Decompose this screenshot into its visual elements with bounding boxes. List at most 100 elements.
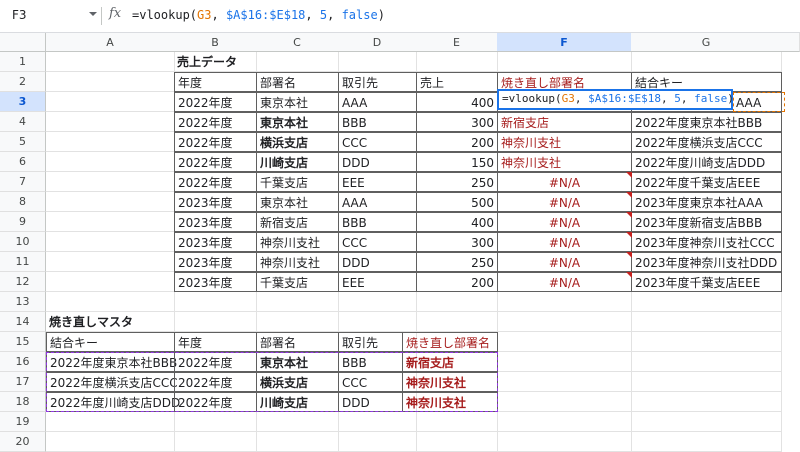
column-header-D[interactable]: D [338, 33, 417, 52]
sales-amount-cell[interactable]: 300 [416, 232, 498, 252]
sales-redo-dept-cell[interactable]: #N/A [497, 212, 632, 232]
sales-redo-dept-cell[interactable]: #N/A [497, 252, 632, 272]
sales-dept-cell[interactable]: 川崎支店 [256, 152, 339, 172]
sales-year-cell[interactable]: 2022年度 [174, 132, 257, 152]
cell[interactable] [497, 332, 632, 352]
row-header-1[interactable]: 1 [0, 52, 46, 72]
row-header-13[interactable]: 13 [0, 292, 46, 312]
row-header-12[interactable]: 12 [0, 272, 46, 292]
cell[interactable] [256, 412, 339, 432]
sales-key-cell[interactable]: 2023年度神奈川支社DDD [631, 252, 782, 272]
sales-key-cell[interactable]: 2023年度東京本社AAA [631, 192, 782, 212]
row-header-15[interactable]: 15 [0, 332, 46, 352]
cell[interactable] [338, 432, 417, 452]
column-header-C[interactable]: C [256, 33, 339, 52]
row-header-14[interactable]: 14 [0, 312, 46, 332]
sales-redo-dept-cell[interactable]: #N/A [497, 192, 632, 212]
sales-dept-cell[interactable]: 千葉支店 [256, 272, 339, 292]
row-header-10[interactable]: 10 [0, 232, 46, 252]
formula-input[interactable]: =vlookup(G3, $A$16:$E$18, 5, false) [132, 8, 385, 22]
cell[interactable] [174, 412, 257, 432]
cell[interactable] [631, 312, 782, 332]
row-header-2[interactable]: 2 [0, 72, 46, 92]
sales-client-cell[interactable]: CCC [338, 232, 417, 252]
column-header-F[interactable]: F [497, 33, 632, 52]
sales-key-cell[interactable]: 2022年度横浜支店CCC [631, 132, 782, 152]
sales-amount-cell[interactable]: 400 [416, 212, 498, 232]
sales-amount-cell[interactable]: 500 [416, 192, 498, 212]
sales-key-cell[interactable]: 2022年度東京本社BBB [631, 112, 782, 132]
row-header-16[interactable]: 16 [0, 352, 46, 372]
chevron-down-icon[interactable] [88, 9, 98, 19]
column-header-E[interactable]: E [416, 33, 498, 52]
sales-redo-dept-cell[interactable]: #N/A [497, 272, 632, 292]
sales-dept-cell[interactable]: 新宿支店 [256, 212, 339, 232]
sales-amount-cell[interactable]: 400 [416, 92, 498, 112]
sales-dept-cell[interactable]: 横浜支店 [256, 132, 339, 152]
cell[interactable] [497, 292, 632, 312]
cell[interactable] [631, 392, 782, 412]
cell-formula-text[interactable]: =vlookup(G3, $A$16:$E$18, 5, false) [502, 92, 734, 105]
cell[interactable] [46, 252, 175, 272]
select-all-corner[interactable] [0, 33, 46, 52]
sales-client-cell[interactable]: AAA [338, 192, 417, 212]
cell[interactable] [46, 412, 175, 432]
sales-amount-cell[interactable]: 250 [416, 252, 498, 272]
sales-year-cell[interactable]: 2022年度 [174, 152, 257, 172]
sales-redo-dept-cell[interactable]: #N/A [497, 172, 632, 192]
cell[interactable] [631, 432, 782, 452]
cell[interactable] [46, 172, 175, 192]
row-header-4[interactable]: 4 [0, 112, 46, 132]
row-header-18[interactable]: 18 [0, 392, 46, 412]
sales-redo-dept-cell[interactable]: #N/A [497, 232, 632, 252]
column-header-A[interactable]: A [46, 33, 175, 52]
row-header-20[interactable]: 20 [0, 432, 46, 452]
sales-client-cell[interactable]: CCC [338, 132, 417, 152]
sales-dept-cell[interactable]: 神奈川支社 [256, 232, 339, 252]
cell[interactable] [416, 52, 498, 72]
cell[interactable] [338, 312, 417, 332]
sales-year-cell[interactable]: 2022年度 [174, 92, 257, 112]
sales-year-cell[interactable]: 2023年度 [174, 212, 257, 232]
cell[interactable] [46, 152, 175, 172]
sales-year-cell[interactable]: 2023年度 [174, 232, 257, 252]
cell[interactable] [46, 432, 175, 452]
column-header-G[interactable]: G [631, 33, 782, 52]
cell[interactable] [497, 52, 632, 72]
sales-key-cell[interactable]: 2023年度新宿支店BBB [631, 212, 782, 232]
cell[interactable] [497, 432, 632, 452]
cell[interactable] [174, 432, 257, 452]
cell[interactable] [256, 312, 339, 332]
cell[interactable] [497, 392, 632, 412]
sales-dept-cell[interactable]: 東京本社 [256, 192, 339, 212]
row-header-7[interactable]: 7 [0, 172, 46, 192]
cell[interactable] [631, 352, 782, 372]
sales-key-cell[interactable]: 2022年度千葉支店EEE [631, 172, 782, 192]
sales-key-cell[interactable]: 2022年度川崎支店DDD [631, 152, 782, 172]
row-header-5[interactable]: 5 [0, 132, 46, 152]
sales-key-cell[interactable]: 2023年度千葉支店EEE [631, 272, 782, 292]
row-header-6[interactable]: 6 [0, 152, 46, 172]
sales-dept-cell[interactable]: 神奈川支社 [256, 252, 339, 272]
column-header-B[interactable]: B [174, 33, 257, 52]
sales-client-cell[interactable]: BBB [338, 112, 417, 132]
sales-year-cell[interactable]: 2023年度 [174, 192, 257, 212]
cell[interactable] [46, 212, 175, 232]
sales-year-cell[interactable]: 2023年度 [174, 272, 257, 292]
sales-dept-cell[interactable]: 東京本社 [256, 112, 339, 132]
cell[interactable] [46, 52, 175, 72]
row-header-8[interactable]: 8 [0, 192, 46, 212]
cell[interactable] [46, 92, 175, 112]
cell[interactable] [631, 332, 782, 352]
cell[interactable] [46, 232, 175, 252]
sales-amount-cell[interactable]: 300 [416, 112, 498, 132]
cell[interactable] [46, 192, 175, 212]
cell[interactable] [631, 412, 782, 432]
cell[interactable] [338, 412, 417, 432]
sales-redo-dept-cell[interactable]: 神奈川支社 [497, 152, 632, 172]
sales-amount-cell[interactable]: 250 [416, 172, 498, 192]
cell[interactable] [46, 132, 175, 152]
name-box[interactable]: F3 [6, 5, 82, 26]
cell[interactable] [46, 112, 175, 132]
cell[interactable] [416, 292, 498, 312]
